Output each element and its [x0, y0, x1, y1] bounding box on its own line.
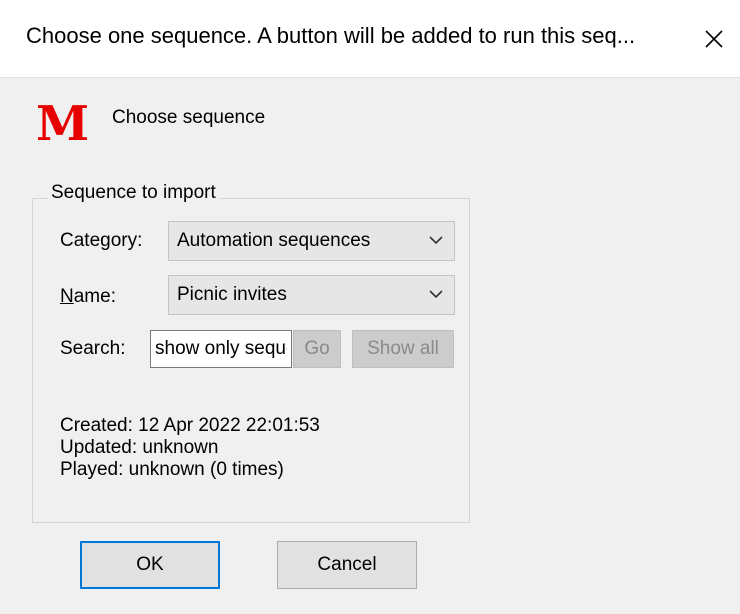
- cancel-button[interactable]: Cancel: [277, 541, 417, 589]
- close-icon: [705, 29, 723, 48]
- category-select-value: Automation sequences: [177, 230, 371, 251]
- close-button[interactable]: [688, 0, 740, 77]
- name-select[interactable]: Picnic invites: [168, 275, 455, 315]
- name-label: Name:: [60, 284, 116, 310]
- title-bar: Choose one sequence. A button will be ad…: [0, 0, 740, 78]
- ok-button[interactable]: OK: [80, 541, 220, 589]
- name-label-rest: ame:: [73, 286, 116, 307]
- search-label: Search:: [60, 338, 126, 359]
- dialog-heading: Choose sequence: [112, 107, 266, 128]
- search-input[interactable]: [150, 330, 292, 368]
- name-select-value: Picnic invites: [177, 284, 287, 305]
- go-button[interactable]: Go: [293, 330, 341, 368]
- chevron-down-icon: [429, 290, 443, 299]
- created-info: Created: 12 Apr 2022 22:01:53: [60, 415, 320, 436]
- category-select[interactable]: Automation sequences: [168, 221, 455, 261]
- updated-info: Updated: unknown: [60, 437, 219, 458]
- window-title: Choose one sequence. A button will be ad…: [26, 23, 636, 48]
- category-label: Category:: [60, 230, 143, 251]
- groupbox-legend: Sequence to import: [48, 180, 219, 206]
- played-info: Played: unknown (0 times): [60, 459, 284, 480]
- chevron-down-icon: [429, 236, 443, 245]
- show-all-button[interactable]: Show all: [352, 330, 454, 368]
- app-logo: M: [36, 96, 90, 152]
- name-label-mnemonic: N: [60, 286, 74, 307]
